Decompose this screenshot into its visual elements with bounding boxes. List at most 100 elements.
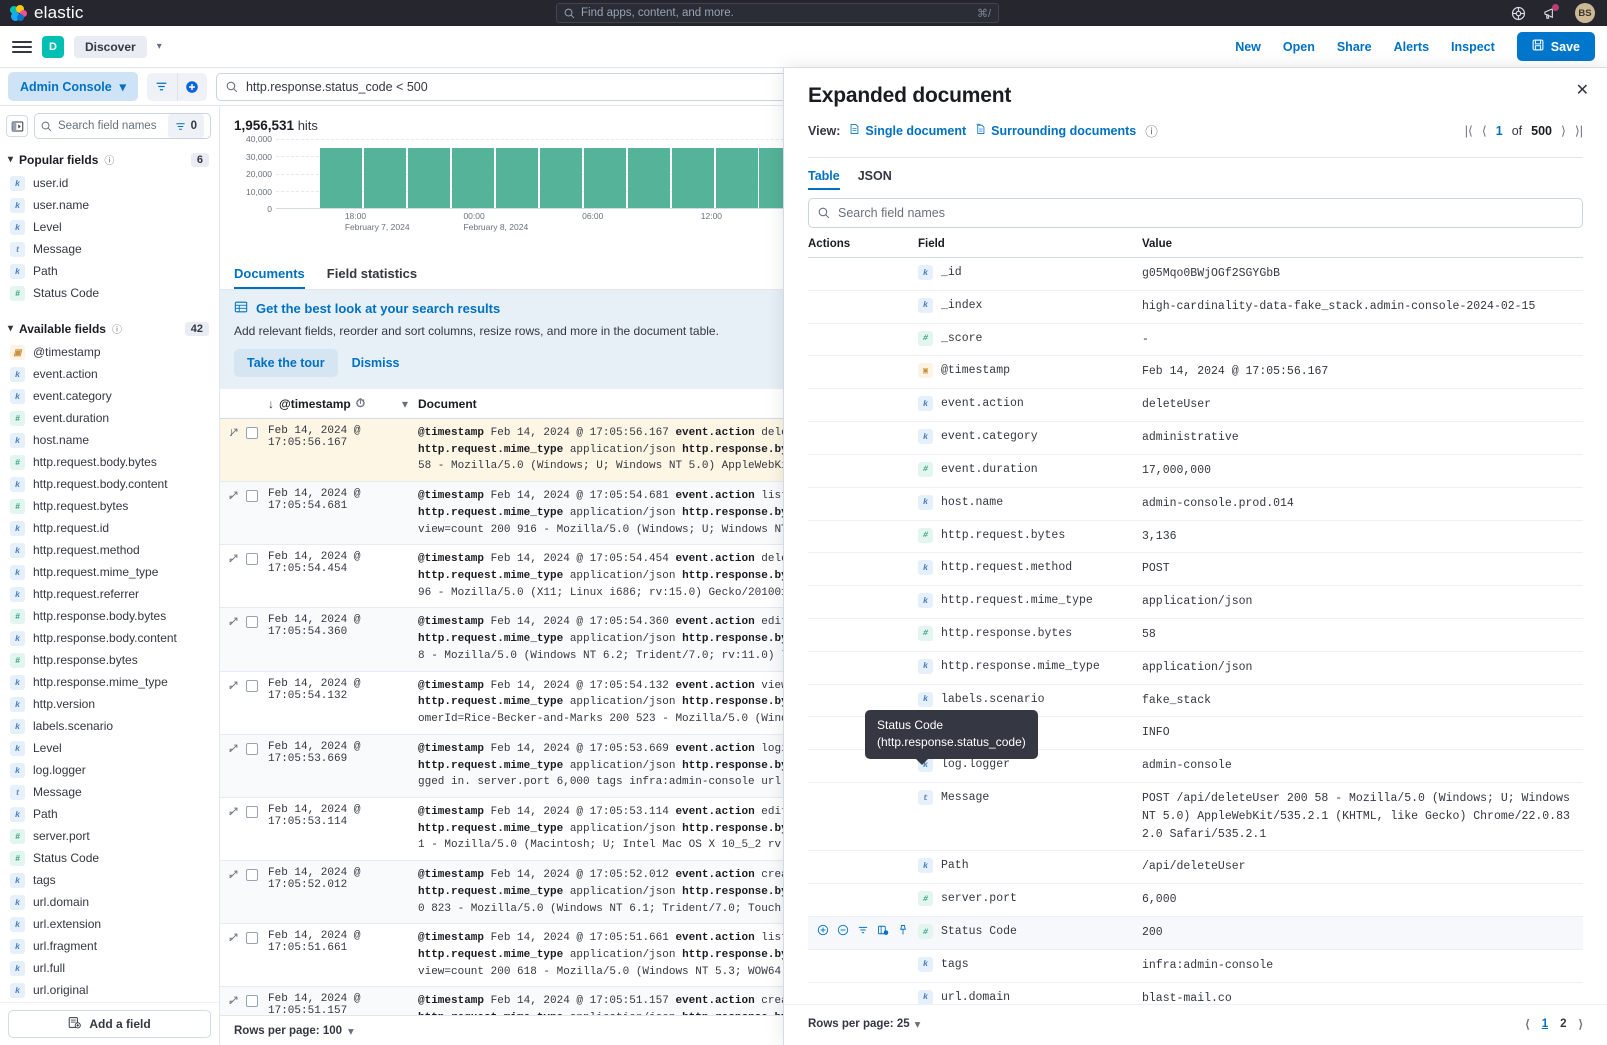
save-button[interactable]: Save <box>1517 32 1595 61</box>
row-checkbox[interactable] <box>246 678 268 728</box>
available-field-item[interactable]: khttp.request.id <box>0 517 219 539</box>
field-type-filter[interactable]: 0 <box>168 114 204 138</box>
histogram-bar[interactable] <box>408 148 450 208</box>
popular-field-item[interactable]: tMessage <box>0 238 219 260</box>
data-view-picker[interactable]: Admin Console ▾ <box>8 72 138 101</box>
available-field-item[interactable]: #event.duration <box>0 407 219 429</box>
previous-page-icon[interactable]: ⟨ <box>1482 123 1487 138</box>
column-header-timestamp[interactable]: ↓ @timestamp ⏱ ▾ <box>268 396 418 411</box>
popular-field-item[interactable]: #Status Code <box>0 282 219 304</box>
histogram-bar[interactable] <box>496 148 538 208</box>
expand-document-icon[interactable] <box>220 804 246 854</box>
toggle-column-icon[interactable] <box>877 924 889 936</box>
table-row[interactable]: #http.request.bytes3,136 <box>808 521 1583 554</box>
tab-field-statistics[interactable]: Field statistics <box>327 257 417 289</box>
breadcrumb-discover[interactable]: Discover <box>74 36 147 58</box>
popular-field-item[interactable]: kLevel <box>0 216 219 238</box>
megaphone-icon[interactable] <box>1543 6 1558 21</box>
available-field-item[interactable]: kurl.domain <box>0 891 219 913</box>
table-row[interactable]: #event.duration17,000,000 <box>808 455 1583 488</box>
next-page-icon[interactable]: ⟩ <box>1579 1017 1584 1031</box>
available-field-item[interactable]: khttp.version <box>0 693 219 715</box>
expand-document-icon[interactable] <box>220 425 246 475</box>
table-row[interactable]: k_indexhigh-cardinality-data-fake_stack.… <box>808 291 1583 324</box>
available-field-item[interactable]: khttp.response.body.content <box>0 627 219 649</box>
available-field-item[interactable]: khttp.response.mime_type <box>0 671 219 693</box>
new-button[interactable]: New <box>1235 40 1261 54</box>
filter-out-value-icon[interactable] <box>837 924 849 936</box>
expand-document-icon[interactable] <box>220 614 246 664</box>
menu-icon[interactable] <box>12 41 32 53</box>
available-field-item[interactable]: #server.port <box>0 825 219 847</box>
view-single-document-link[interactable]: Single document <box>849 123 966 138</box>
table-row[interactable]: khttp.request.methodPOST <box>808 553 1583 586</box>
view-surrounding-documents-link[interactable]: Surrounding documents <box>975 123 1136 138</box>
filter-for-field-present-icon[interactable] <box>857 924 869 936</box>
popular-field-item[interactable]: kuser.id <box>0 172 219 194</box>
available-field-item[interactable]: #http.request.bytes <box>0 495 219 517</box>
flyout-tab-table[interactable]: Table <box>808 169 840 190</box>
close-icon[interactable]: ✕ <box>1576 80 1589 100</box>
tab-documents[interactable]: Documents <box>234 257 305 289</box>
info-icon[interactable]: ⓘ <box>112 321 122 336</box>
column-header-document[interactable]: Document <box>418 397 477 411</box>
flyout-tab-json[interactable]: JSON <box>858 169 892 190</box>
table-row[interactable]: khttp.request.mime_typeapplication/json <box>808 586 1583 619</box>
table-row[interactable]: khttp.response.mime_typeapplication/json <box>808 652 1583 685</box>
available-field-item[interactable]: kevent.category <box>0 385 219 407</box>
avatar[interactable]: BS <box>1575 3 1595 23</box>
global-search-input[interactable]: Find apps, content, and more. ⌘/ <box>556 3 999 23</box>
popular-field-item[interactable]: kPath <box>0 260 219 282</box>
row-checkbox[interactable] <box>246 930 268 980</box>
available-field-item[interactable]: kevent.action <box>0 363 219 385</box>
row-checkbox[interactable] <box>246 425 268 475</box>
table-row[interactable]: #_score- <box>808 324 1583 357</box>
available-field-item[interactable]: kLevel <box>0 737 219 759</box>
flyout-rows-per-page-label[interactable]: Rows per page: 25 <box>808 1018 910 1030</box>
table-row[interactable]: ▣@timestampFeb 14, 2024 @ 17:05:56.167 <box>808 356 1583 389</box>
histogram-bar[interactable] <box>672 148 714 208</box>
table-row[interactable]: #http.response.bytes58 <box>808 619 1583 652</box>
row-checkbox[interactable] <box>246 488 268 538</box>
table-row[interactable]: kPath/api/deleteUser <box>808 851 1583 884</box>
table-row[interactable]: kurl.domainblast-mail.co <box>808 983 1583 1004</box>
field-search-input[interactable]: Search field names 0 <box>34 113 211 139</box>
open-button[interactable]: Open <box>1283 40 1315 54</box>
available-field-item[interactable]: ktags <box>0 869 219 891</box>
available-field-item[interactable]: kurl.extension <box>0 913 219 935</box>
available-field-item[interactable]: kurl.original <box>0 979 219 1001</box>
table-row[interactable]: #server.port6,000 <box>808 884 1583 917</box>
next-page-icon[interactable]: ⟩ <box>1561 123 1566 138</box>
available-field-item[interactable]: kurl.fragment <box>0 935 219 957</box>
dismiss-button[interactable]: Dismiss <box>352 356 400 370</box>
histogram-bar[interactable] <box>320 148 362 208</box>
available-field-item[interactable]: khost.name <box>0 429 219 451</box>
chevron-down-icon[interactable]: ▾ <box>915 1017 921 1031</box>
histogram-bar[interactable] <box>584 148 626 208</box>
available-field-item[interactable]: ▣@timestamp <box>0 341 219 363</box>
table-row[interactable]: #Status Code200 <box>808 917 1583 950</box>
available-field-item[interactable]: khttp.request.referrer <box>0 583 219 605</box>
histogram-bar[interactable] <box>540 148 582 208</box>
available-field-item[interactable]: kurl.full <box>0 957 219 979</box>
row-checkbox[interactable] <box>246 741 268 791</box>
available-field-item[interactable]: klog.logger <box>0 759 219 781</box>
first-page-icon[interactable]: |⟨ <box>1465 123 1473 138</box>
available-field-item[interactable]: tMessage <box>0 781 219 803</box>
last-page-icon[interactable]: ⟩| <box>1575 123 1583 138</box>
available-fields-header[interactable]: ▾ Available fields ⓘ 42 <box>0 314 219 341</box>
info-icon[interactable]: ⓘ <box>1145 121 1158 140</box>
expand-document-icon[interactable] <box>220 678 246 728</box>
table-row[interactable]: ktagsinfra:admin-console <box>808 950 1583 983</box>
expand-document-icon[interactable] <box>220 488 246 538</box>
table-row[interactable]: khost.nameadmin-console.prod.014 <box>808 488 1583 521</box>
available-field-item[interactable]: khttp.request.body.content <box>0 473 219 495</box>
row-checkbox[interactable] <box>246 551 268 601</box>
pin-field-icon[interactable] <box>897 924 909 936</box>
chevron-down-icon[interactable]: ▾ <box>157 41 162 52</box>
take-the-tour-button[interactable]: Take the tour <box>234 349 338 377</box>
info-icon[interactable]: ⓘ <box>104 152 114 167</box>
table-row[interactable]: kevent.actiondeleteUser <box>808 389 1583 422</box>
available-field-item[interactable]: klabels.scenario <box>0 715 219 737</box>
filter-for-value-icon[interactable] <box>817 924 829 936</box>
